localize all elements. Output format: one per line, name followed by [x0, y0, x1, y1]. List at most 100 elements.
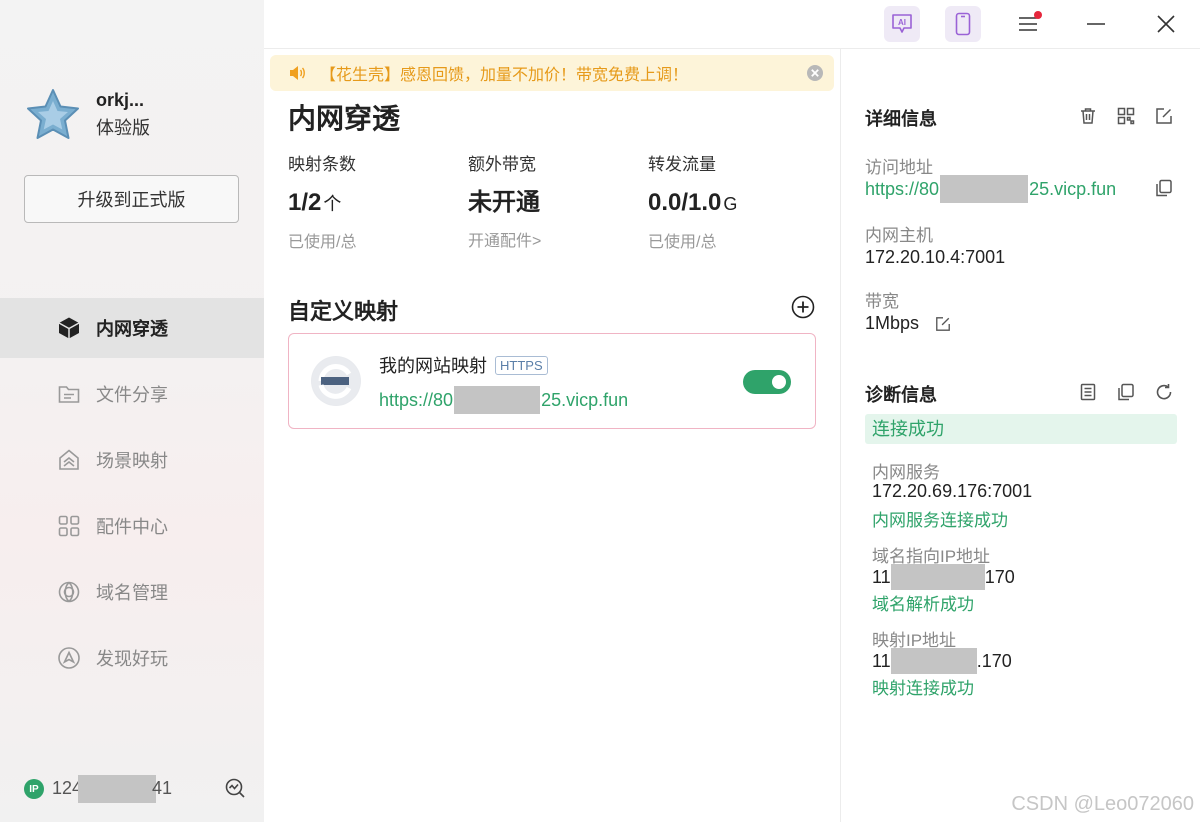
copy-address-icon[interactable]	[1153, 177, 1175, 199]
mapping-toggle[interactable]	[743, 370, 791, 394]
ip-info: IP 124 41	[24, 774, 246, 804]
bandwidth-value: 1Mbps	[865, 313, 951, 334]
stat-value: 0.0/1.0 G	[648, 189, 738, 216]
copy-diagnosis-icon[interactable]	[1115, 381, 1137, 403]
phone-icon	[955, 12, 971, 36]
menu-button[interactable]	[1010, 6, 1046, 42]
sidebar-item-intranet-penetration[interactable]: 内网穿透	[0, 298, 264, 358]
close-window-button[interactable]	[1148, 6, 1184, 42]
connection-status: 连接成功	[865, 414, 1177, 444]
stats-row: 映射条数 1/2 个 已使用/总 额外带宽 未开通 开通配件> 转发流量 0.0/…	[288, 153, 828, 252]
sidebar-item-scene-mapping[interactable]: 场景映射	[0, 430, 264, 490]
close-icon	[1157, 15, 1175, 33]
title-bar: AI	[264, 0, 1200, 48]
qr-code-icon[interactable]	[1115, 105, 1137, 127]
stat-sub: 已使用/总	[288, 234, 357, 251]
intranet-service-value: 172.20.69.176:7001	[872, 481, 1033, 501]
redaction-mask	[890, 648, 977, 674]
diagnosis-title: 诊断信息	[865, 385, 937, 405]
add-mapping-button[interactable]	[791, 295, 815, 324]
mapping-url-link[interactable]: https://80 25.vicp.fun	[379, 386, 628, 414]
stat-value: 未开通	[468, 189, 540, 216]
ip-address: 124 41	[52, 775, 172, 803]
notice-close-icon[interactable]	[806, 64, 824, 87]
mapping-name: 我的网站映射	[379, 356, 487, 376]
log-icon[interactable]	[1077, 381, 1099, 403]
sidebar: orkj... 体验版 升级到正式版 内网穿透 文件分享 场景映射 配件中心 域…	[0, 0, 264, 822]
sidebar-nav: 内网穿透 文件分享 场景映射 配件中心 域名管理 发现好玩	[0, 298, 264, 694]
toggle-knob	[772, 375, 786, 389]
stat-mapping-count: 映射条数 1/2 个 已使用/总	[288, 153, 468, 252]
stat-label: 额外带宽	[468, 155, 536, 174]
intranet-host-value: 172.20.10.4:7001	[865, 247, 1006, 267]
main-content: 【花生壳】感恩回馈，加量不加价！带宽免费上调！ 内网穿透 映射条数 1/2 个 已…	[264, 48, 840, 822]
upgrade-button[interactable]: 升级到正式版	[24, 175, 239, 223]
delete-icon[interactable]	[1077, 105, 1099, 127]
grid-icon	[56, 513, 82, 539]
stat-extra-bandwidth: 额外带宽 未开通 开通配件>	[468, 153, 648, 252]
stat-label: 转发流量	[648, 155, 716, 174]
section-title: 自定义映射	[288, 299, 399, 324]
mapping-card[interactable]: 我的网站映射 HTTPS https://80 25.vicp.fun	[288, 333, 816, 429]
mapping-connect-status: 映射连接成功	[872, 679, 974, 698]
bandwidth-label: 带宽	[865, 292, 899, 311]
ip-address-suffix: 41	[152, 777, 173, 798]
sidebar-item-label: 文件分享	[96, 385, 168, 405]
user-tier: 体验版	[96, 118, 150, 138]
speaker-icon	[290, 66, 305, 80]
mapping-ip-value: 11.170	[872, 648, 1012, 674]
intranet-service-status: 内网服务连接成功	[872, 511, 1008, 530]
stat-value: 1/2 个	[288, 189, 342, 216]
protocol-tag: HTTPS	[495, 355, 548, 375]
svg-text:AI: AI	[898, 18, 906, 27]
globe-icon	[56, 579, 82, 605]
ip-check-icon[interactable]	[224, 777, 246, 804]
stat-label: 映射条数	[288, 155, 356, 174]
domain-resolve-status: 域名解析成功	[872, 595, 974, 614]
website-logo-icon	[311, 356, 361, 406]
home-layers-icon	[56, 447, 82, 473]
notice-text: 【花生壳】感恩回馈，加量不加价！带宽免费上调！	[320, 67, 689, 84]
user-profile[interactable]: orkj... 体验版	[24, 86, 150, 144]
compass-icon	[56, 645, 82, 671]
mobile-app-button[interactable]	[945, 6, 981, 42]
sidebar-item-domain-management[interactable]: 域名管理	[0, 562, 264, 622]
cube-icon	[56, 315, 82, 341]
mapping-title: 我的网站映射 HTTPS	[379, 352, 548, 378]
notification-dot	[1034, 11, 1042, 19]
sidebar-item-label: 内网穿透	[96, 319, 168, 339]
redaction-mask	[890, 564, 985, 590]
user-name: orkj...	[96, 90, 145, 110]
sidebar-item-label: 域名管理	[96, 583, 168, 603]
open-accessory-link[interactable]: 开通配件>	[468, 227, 648, 251]
sidebar-item-discover[interactable]: 发现好玩	[0, 628, 264, 688]
domain-ip-value: 11 170	[872, 564, 1015, 590]
detail-panel: 详细信息 访问地址 https://80 25.vicp.fun 内网主机 172…	[840, 48, 1200, 822]
intranet-service-label: 内网服务	[872, 463, 940, 482]
detail-title: 详细信息	[865, 109, 937, 129]
redaction-mask	[940, 175, 1029, 203]
sidebar-item-label: 发现好玩	[96, 649, 168, 669]
access-address-link[interactable]: https://80 25.vicp.fun	[865, 175, 1116, 203]
ai-assistant-button[interactable]: AI	[884, 6, 920, 42]
sidebar-item-label: 场景映射	[96, 451, 168, 471]
intranet-host-label: 内网主机	[865, 226, 933, 245]
stat-sub: 已使用/总	[648, 234, 717, 251]
refresh-icon[interactable]	[1153, 381, 1175, 403]
sidebar-item-label: 配件中心	[96, 517, 168, 537]
plus-circle-icon	[791, 295, 815, 319]
edit-icon[interactable]	[1153, 105, 1175, 127]
sidebar-item-file-share[interactable]: 文件分享	[0, 364, 264, 424]
ip-badge: IP	[24, 779, 44, 799]
page-title: 内网穿透	[288, 103, 401, 134]
edit-bandwidth-icon[interactable]	[935, 316, 951, 332]
sidebar-item-accessory-center[interactable]: 配件中心	[0, 496, 264, 556]
folder-icon	[56, 381, 82, 407]
redaction-mask	[454, 386, 541, 414]
star-avatar-icon	[27, 89, 79, 139]
diagnosis-actions	[1061, 381, 1175, 403]
detail-actions	[1061, 105, 1175, 127]
notice-banner[interactable]: 【花生壳】感恩回馈，加量不加价！带宽免费上调！	[270, 55, 834, 91]
watermark: CSDN @Leo072060	[1011, 793, 1194, 815]
minimize-button[interactable]	[1078, 6, 1114, 42]
